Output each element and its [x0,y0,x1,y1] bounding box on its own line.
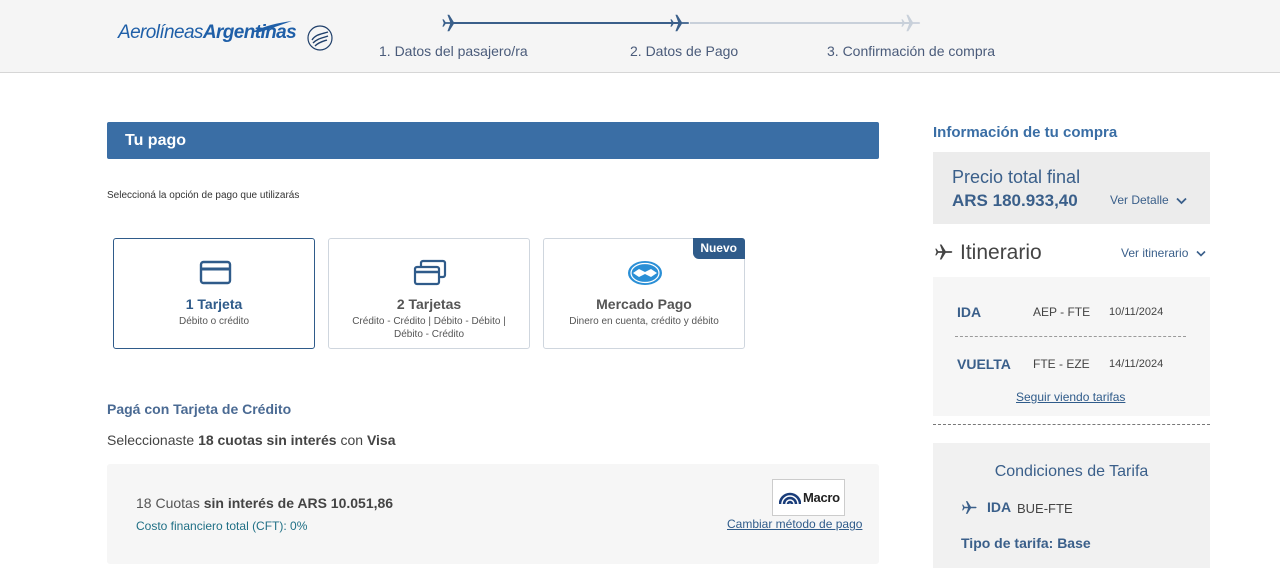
sidebar-divider [933,424,1210,425]
option-title: 2 Tarjetas [396,296,462,312]
leg-route-ida: AEP - FTE [1033,305,1091,319]
installment-detail-box: 18 Cuotas sin interés de ARS 10.051,86 C… [107,464,879,564]
chevron-down-icon [1176,197,1187,205]
leg-direction-ida: IDA [957,304,982,320]
payment-option-mercado-pago[interactable]: Nuevo Mercado Pago Dinero en cuenta, cré… [543,238,745,349]
payment-section-header: Tu pago [107,122,879,159]
ver-detalle-toggle[interactable]: Ver Detalle [1110,193,1187,207]
installment-count: 18 Cuotas [136,495,200,511]
bank-name: Macro [803,490,840,505]
step-label-passenger: 1. Datos del pasajero/ra [379,43,528,59]
condor-logo-icon [252,21,292,32]
fare-type: Tipo de tarifa: Base [961,535,1091,551]
fare-conditions-box: Condiciones de Tarifa IDA BUE-FTE Tipo d… [933,443,1210,568]
option-title: 1 Tarjeta [185,296,243,312]
change-payment-method-link[interactable]: Cambiar método de pago [727,517,862,531]
two-cards-icon [413,259,447,286]
itinerary-title: Itinerario [960,241,1042,264]
option-subtitle: Dinero en cuenta, crédito y débito [569,316,719,327]
step3-plane-icon [901,14,921,32]
total-price-box: Precio total final ARS 180.933,40 Ver De… [933,152,1210,224]
ver-itinerario-label: Ver itinerario [1121,246,1189,260]
new-badge: Nuevo [693,238,745,259]
step1-plane-icon [442,14,462,32]
top-header: AerolíneasArgentinas 1. Datos del pasaje… [0,0,1280,73]
brand-name-part1: Aerolíneas [118,22,203,43]
leg-route-vuelta: FTE - EZE [1033,357,1090,371]
payment-option-one-card[interactable]: 1 Tarjeta Débito o crédito [113,238,315,349]
payment-section-title: Tu pago [125,132,187,149]
itinerary-box: IDA AEP - FTE 10/11/2024 VUELTA FTE - EZ… [933,277,1210,416]
selection-installments: 18 cuotas sin interés [198,432,337,448]
total-price-value: ARS 180.933,40 [952,191,1078,210]
installment-amount: 18 Cuotas sin interés de ARS 10.051,86 [136,495,393,511]
selection-prefix: Seleccionaste [107,432,195,448]
fare-conditions-title: Condiciones de Tarifa [994,463,1149,480]
payment-option-two-cards[interactable]: 2 Tarjetas Crédito - Crédito | Débito - … [328,238,530,349]
selected-installments-summary: Seleccionaste 18 cuotas sin interés con … [107,432,395,448]
credit-card-icon [199,260,232,285]
payment-option-hint: Seleccioná la opción de pago que utiliza… [107,190,300,201]
progress-line-done [452,22,680,24]
option-subtitle: Débito o crédito [178,316,250,327]
leg-direction-vuelta: VUELTA [957,356,1011,372]
leg-date-vuelta: 14/11/2024 [1109,358,1164,370]
step-label-confirmation: 3. Confirmación de compra [827,43,996,59]
credit-card-section-title: Pagá con Tarjeta de Crédito [107,401,292,417]
selection-connector: con [340,432,364,448]
bank-logo-macro: Macro [772,479,845,516]
progress-line-pending [690,22,912,24]
fare-direction: IDA [987,499,1012,515]
step-label-payment: 2. Datos de Pago [630,43,739,59]
fare-route: BUE-FTE [1017,501,1073,516]
ver-detalle-label: Ver Detalle [1110,193,1169,207]
purchase-info-title: Información de tu compra [933,124,1118,141]
macro-bank-icon [779,492,801,505]
seguir-viendo-tarifas-link[interactable]: Seguir viendo tarifas [1016,390,1125,404]
leg-divider [955,336,1186,337]
airplane-icon [935,244,953,260]
airplane-icon [962,501,977,514]
leg-date-ida: 10/11/2024 [1109,306,1164,318]
chevron-down-icon [1196,251,1206,257]
installment-value: sin interés de ARS 10.051,86 [203,495,394,511]
total-price-label: Precio total final [952,167,1081,187]
selection-card-brand: Visa [366,432,396,448]
mercado-pago-icon [628,261,662,285]
ver-itinerario-toggle[interactable]: Ver itinerario [1121,246,1206,260]
step2-plane-icon [670,14,690,32]
option-subtitle: Crédito - Crédito | Débito - Débito | Dé… [352,316,506,340]
cft-text: Costo financiero total (CFT): 0% [136,519,308,533]
option-title: Mercado Pago [596,296,692,312]
skyteam-logo-icon [307,25,333,51]
